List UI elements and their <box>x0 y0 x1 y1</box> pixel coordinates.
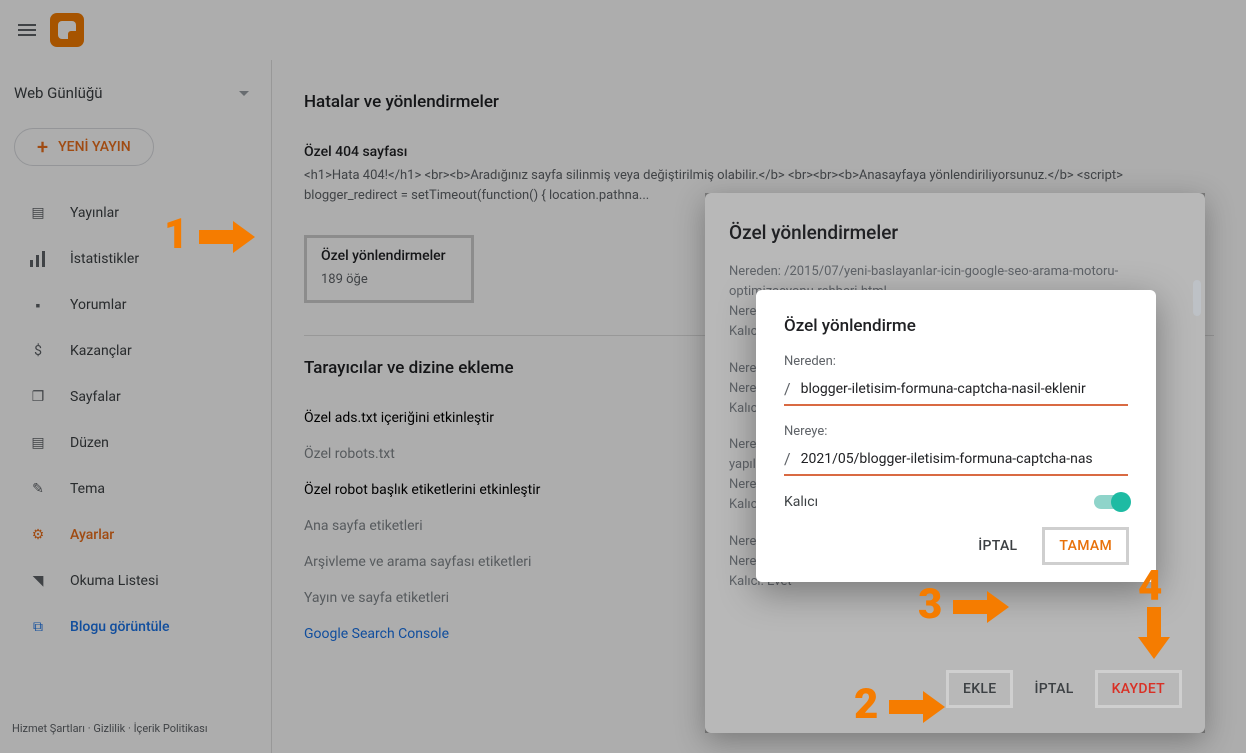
sidebar-item-earnings[interactable]: $ Kazançlar <box>0 328 271 374</box>
sidebar-item-label: Düzen <box>70 435 109 451</box>
slash-prefix: / <box>784 449 791 468</box>
new-post-label: YENİ YAYIN <box>58 139 131 155</box>
sidebar-item-label: Tema <box>70 481 105 497</box>
sidebar-item-label: Blogu görüntüle <box>70 619 169 635</box>
sidebar-item-pages[interactable]: ❐ Sayfalar <box>0 374 271 420</box>
sidebar-item-label: Kazançlar <box>70 343 132 359</box>
permanent-toggle[interactable] <box>1094 495 1128 509</box>
layout-icon: ▤ <box>28 433 48 453</box>
ok-button[interactable]: TAMAM <box>1043 528 1128 564</box>
sidebar-item-settings[interactable]: ⚙ Ayarlar <box>0 512 271 558</box>
edit-redirect-title: Özel yönlendirme <box>784 316 1128 336</box>
sidebar: Web Günlüğü + YENİ YAYIN ▤ Yayınlar İstat… <box>0 60 272 753</box>
pages-icon: ❐ <box>28 387 48 407</box>
custom-redirects-label: Özel yönlendirmeler <box>321 248 457 264</box>
chevron-down-icon <box>239 91 249 96</box>
stats-icon <box>28 249 48 269</box>
to-input[interactable] <box>801 451 1128 467</box>
from-input[interactable] <box>801 381 1128 397</box>
comments-icon: ▪ <box>28 295 48 315</box>
sidebar-item-stats[interactable]: İstatistikler <box>0 236 271 282</box>
plus-icon: + <box>37 140 48 154</box>
edit-redirect-dialog: Özel yönlendirme Nereden: / Nereye: / Ka… <box>756 290 1156 582</box>
sidebar-item-label: Ayarlar <box>70 527 114 543</box>
sidebar-item-label: Sayfalar <box>70 389 121 405</box>
sidebar-item-label: İstatistikler <box>70 251 139 267</box>
slash-prefix: / <box>784 379 791 398</box>
posts-icon: ▤ <box>28 203 48 223</box>
blogger-logo-icon[interactable] <box>50 13 84 47</box>
to-label: Nereye: <box>784 424 1128 439</box>
sidebar-item-layout[interactable]: ▤ Düzen <box>0 420 271 466</box>
sidebar-item-label: Yayınlar <box>70 205 119 221</box>
blog-name: Web Günlüğü <box>14 84 103 102</box>
dollar-icon: $ <box>28 341 48 361</box>
gear-icon: ⚙ <box>28 525 48 545</box>
from-field[interactable]: / <box>784 375 1128 406</box>
theme-icon: ✎ <box>28 479 48 499</box>
redirects-dialog-title: Özel yönlendirmeler <box>705 193 1205 254</box>
scrollbar[interactable] <box>1193 254 1201 651</box>
footer-links[interactable]: Hizmet Şartları · Gizlilik · İçerik Poli… <box>12 722 208 735</box>
open-external-icon: ⧉ <box>28 617 48 637</box>
sidebar-item-theme[interactable]: ✎ Tema <box>0 466 271 512</box>
custom-404-label: Özel 404 sayfası <box>304 144 1214 160</box>
from-label: Nereden: <box>784 354 1128 369</box>
menu-icon[interactable] <box>18 21 36 39</box>
cancel-button[interactable]: İPTAL <box>1018 671 1089 707</box>
new-post-button[interactable]: + YENİ YAYIN <box>14 128 154 166</box>
blog-selector[interactable]: Web Günlüğü <box>0 70 271 124</box>
add-button[interactable]: EKLE <box>947 671 1012 707</box>
inner-cancel-button[interactable]: İPTAL <box>962 528 1033 564</box>
to-field[interactable]: / <box>784 445 1128 476</box>
sidebar-item-reading-list[interactable]: ◥ Okuma Listesi <box>0 558 271 604</box>
app-header <box>0 0 1246 60</box>
sidebar-item-label: Yorumlar <box>70 297 126 313</box>
sidebar-item-comments[interactable]: ▪ Yorumlar <box>0 282 271 328</box>
custom-redirects-count: 189 öğe <box>321 270 457 290</box>
section-errors-redirects: Hatalar ve yönlendirmeler <box>304 92 1214 112</box>
permanent-label: Kalıcı <box>784 494 818 510</box>
bookmark-icon: ◥ <box>28 571 48 591</box>
sidebar-item-posts[interactable]: ▤ Yayınlar <box>0 190 271 236</box>
save-button[interactable]: KAYDET <box>1096 671 1181 707</box>
sidebar-item-label: Okuma Listesi <box>70 573 159 589</box>
sidebar-item-view-blog[interactable]: ⧉ Blogu görüntüle <box>0 604 271 650</box>
